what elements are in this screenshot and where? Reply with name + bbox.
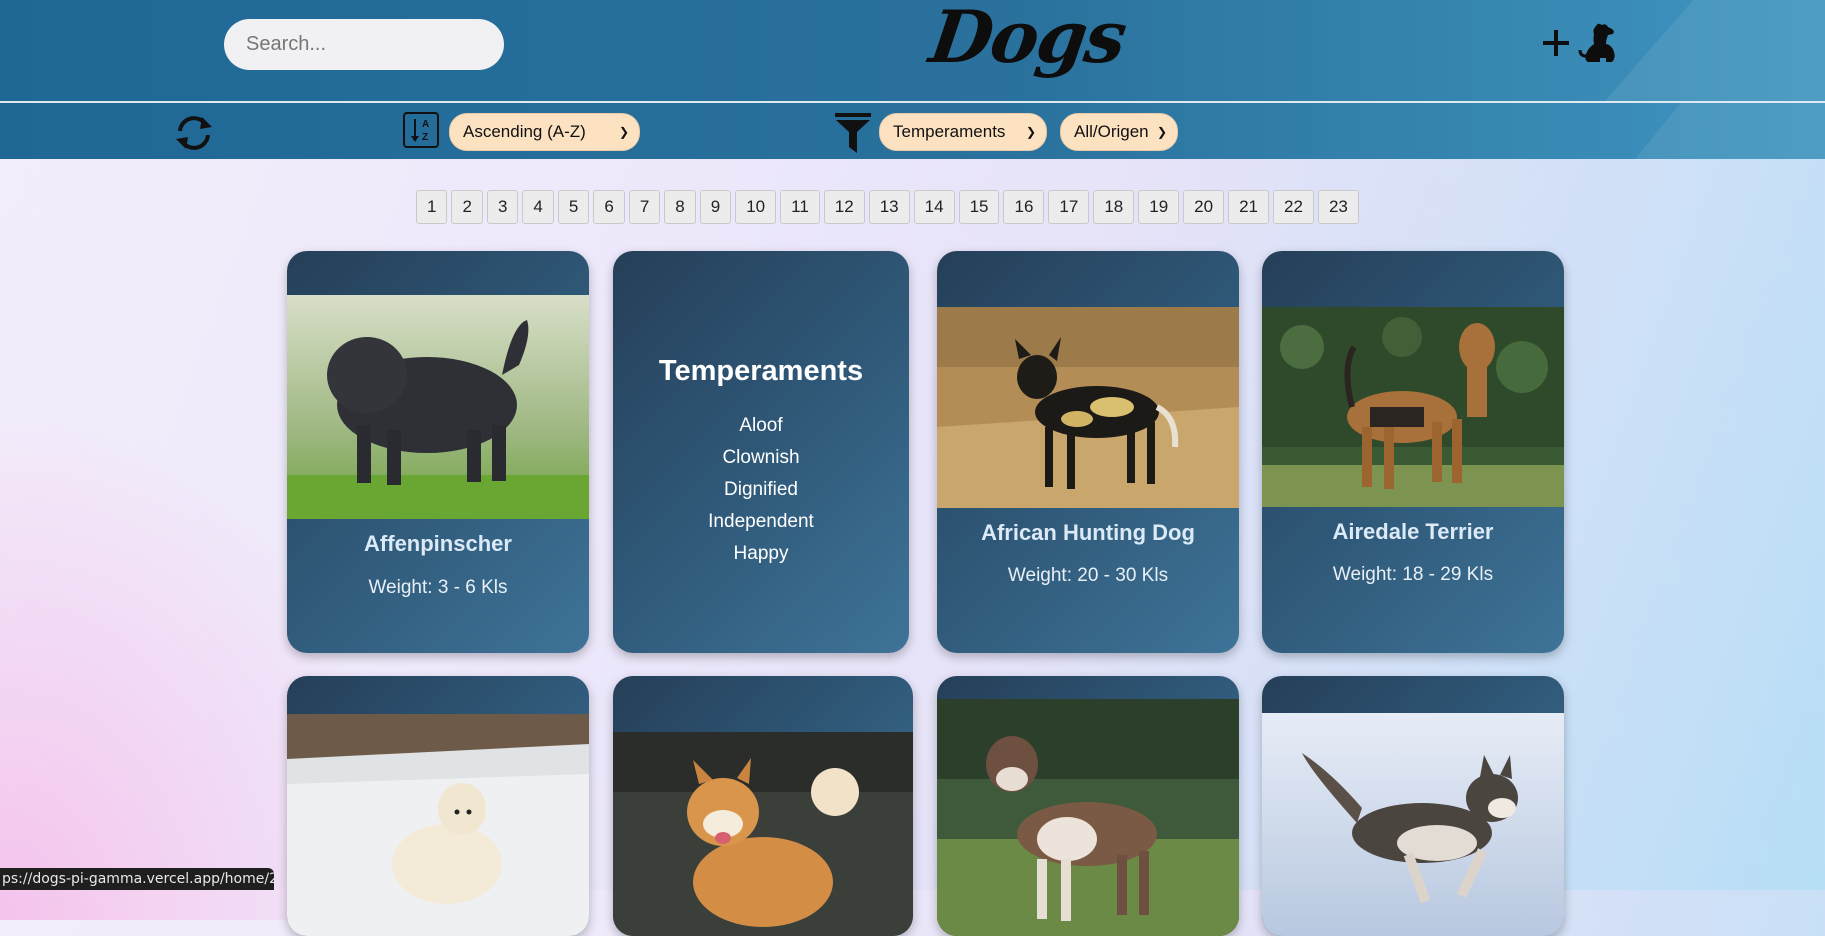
create-dog-button[interactable]	[1540, 20, 1624, 66]
origin-select[interactable]: All/Origen ❯	[1060, 113, 1178, 151]
dog-icon	[1578, 23, 1615, 62]
pagination: 1 2 3 4 5 6 7 8 9 10 11 12 13 14 15 16 17 18 19 20 21 22 23	[416, 190, 1359, 224]
page-button-21[interactable]: 21	[1228, 190, 1270, 224]
dog-photo	[937, 307, 1239, 508]
page-button-4[interactable]: 4	[522, 190, 554, 224]
status-bar-url: ps://dogs-pi-gamma.vercel.app/home/2	[0, 868, 274, 890]
dog-card[interactable]: Airedale Terrier Weight: 18 - 29 Kls	[1262, 251, 1564, 653]
page-button-17[interactable]: 17	[1048, 190, 1090, 224]
dog-name: Affenpinscher	[364, 531, 512, 556]
dog-photo	[1262, 307, 1564, 507]
page-button-14[interactable]: 14	[913, 190, 955, 224]
temperament-item: Clownish	[722, 447, 800, 468]
dog-photo	[937, 699, 1239, 936]
page-button-9[interactable]: 9	[699, 190, 732, 224]
page-button-1[interactable]: 1	[416, 190, 448, 224]
dog-photo	[287, 295, 589, 519]
chevron-down-icon: ❯	[1025, 125, 1036, 139]
site-logo[interactable]: Dogs	[923, 0, 1130, 90]
page-button-11[interactable]: 11	[780, 190, 820, 224]
dog-weight: Weight: 20 - 30 Kls	[1007, 565, 1169, 586]
search-input[interactable]	[244, 32, 513, 57]
temperaments-select[interactable]: Temperaments ❯	[879, 113, 1047, 151]
page-button-7[interactable]: 7	[628, 190, 661, 224]
dog-photo	[287, 714, 589, 936]
search-box[interactable]	[224, 19, 513, 70]
header-decor	[1605, 0, 1825, 101]
sort-order-select[interactable]: Ascending (A-Z) ❯	[449, 113, 640, 151]
dog-card[interactable]: African Hunting Dog Weight: 20 - 30 Kls	[937, 251, 1239, 653]
page-button-10[interactable]: 10	[735, 190, 777, 224]
chevron-down-icon: ❯	[1156, 125, 1167, 139]
svg-text:A: A	[422, 119, 429, 130]
dog-card[interactable]	[613, 676, 913, 936]
dog-card-temperaments[interactable]: Temperaments Aloof Clownish Dignified In…	[613, 251, 909, 653]
sort-az-icon[interactable]: A Z	[403, 112, 439, 148]
origin-value: All/Origen	[1074, 122, 1149, 141]
page-button-15[interactable]: 15	[958, 190, 1000, 224]
temperament-item: Happy	[733, 543, 789, 564]
dog-weight: Weight: 18 - 29 Kls	[1332, 564, 1494, 585]
page-button-20[interactable]: 20	[1183, 190, 1225, 224]
page-button-8[interactable]: 8	[664, 190, 696, 224]
reload-icon[interactable]	[172, 111, 216, 155]
page-button-16[interactable]: 16	[1003, 190, 1045, 224]
temperament-item: Dignified	[724, 479, 798, 500]
filter-icon[interactable]	[834, 112, 872, 154]
dog-card[interactable]	[287, 676, 589, 936]
page-button-23[interactable]: 23	[1317, 190, 1359, 224]
temperaments-list: Aloof Clownish Dignified Independent Hap…	[613, 410, 909, 570]
page-button-13[interactable]: 13	[868, 190, 910, 224]
page-button-6[interactable]: 6	[593, 190, 625, 224]
dog-name: Airedale Terrier	[1332, 519, 1494, 544]
dog-weight: Weight: 3 - 6 Kls	[368, 577, 508, 598]
dog-photo	[1262, 713, 1564, 936]
top-header: Dogs	[0, 0, 1825, 103]
temperament-item: Aloof	[739, 415, 783, 436]
page-button-19[interactable]: 19	[1138, 190, 1180, 224]
page-button-12[interactable]: 12	[823, 190, 865, 224]
chevron-down-icon: ❯	[618, 125, 629, 139]
plus-icon	[1543, 30, 1569, 56]
dog-photo	[613, 732, 913, 936]
temperaments-value: Temperaments	[893, 122, 1006, 141]
page-button-18[interactable]: 18	[1093, 190, 1135, 224]
dog-card[interactable]	[1262, 676, 1564, 936]
sort-order-value: Ascending (A-Z)	[463, 122, 586, 141]
svg-text:Z: Z	[422, 132, 428, 143]
filter-toolbar: A Z Ascending (A-Z) ❯ Temperaments ❯ All…	[0, 103, 1825, 159]
page-button-22[interactable]: 22	[1273, 190, 1314, 224]
dog-card[interactable]	[937, 676, 1239, 936]
page-button-2[interactable]: 2	[451, 190, 483, 224]
temperament-item: Independent	[708, 511, 814, 532]
page-button-5[interactable]: 5	[557, 190, 590, 224]
dog-card[interactable]: Affenpinscher Weight: 3 - 6 Kls	[287, 251, 589, 653]
temperaments-title: Temperaments	[658, 355, 864, 387]
page-button-3[interactable]: 3	[486, 190, 519, 224]
toolbar-decor	[1635, 103, 1825, 159]
dog-name: African Hunting Dog	[981, 520, 1195, 545]
